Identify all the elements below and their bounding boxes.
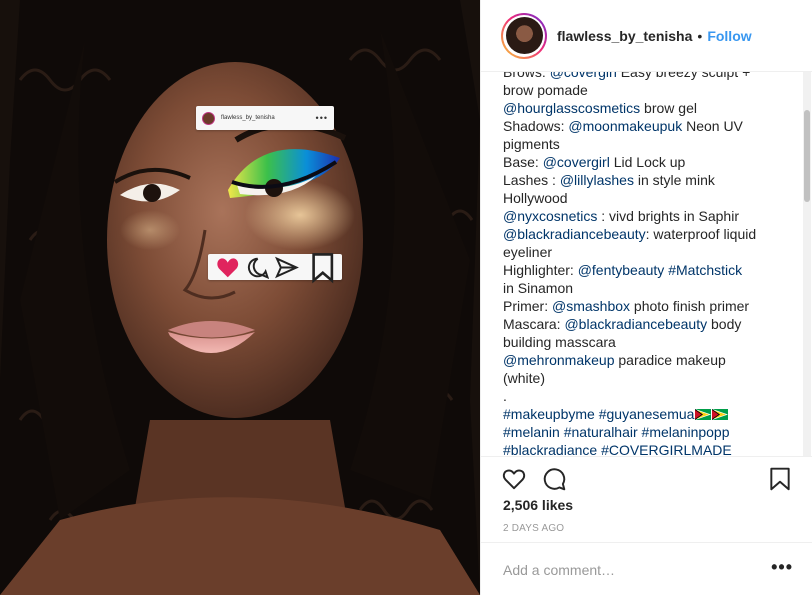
caption-text-segment: eyeliner bbox=[503, 244, 553, 260]
caption-text-segment: Mascara: bbox=[503, 316, 565, 332]
caption-text-segment: Lashes : bbox=[503, 172, 560, 188]
caption-line: @blackradiancebeauty: waterproof liquid bbox=[503, 225, 793, 243]
guyana-flag-icon bbox=[695, 409, 712, 420]
mention-link[interactable]: @mehronmakeup bbox=[503, 352, 615, 368]
mention-link[interactable]: @covergirl bbox=[543, 154, 610, 170]
header-separator: • bbox=[697, 27, 703, 44]
caption-text-segment: paradice makeup bbox=[614, 352, 726, 368]
caption-text-segment: Easy breezy sculpt + bbox=[616, 72, 751, 80]
caption-line: Primer: @smashbox photo finish primer bbox=[503, 297, 793, 315]
caption-line: Mascara: @blackradiancebeauty body bbox=[503, 315, 793, 333]
caption-line: #melanin #naturalhair #melaninpopp bbox=[503, 423, 793, 441]
hashtag-link[interactable]: #COVERGIRLMADE bbox=[601, 442, 732, 456]
comment-icon[interactable] bbox=[541, 466, 567, 492]
caption-text-segment: Primer: bbox=[503, 298, 552, 314]
hashtag-link[interactable]: #guyanesemua bbox=[599, 406, 695, 422]
caption-line: Shadows: @moonmakeupuk Neon UV bbox=[503, 117, 793, 135]
caption-text-segment: : vivd brights in Saphir bbox=[597, 208, 739, 224]
caption-scroll-area[interactable]: Brows: @covergirl Easy breezy sculpt + br… bbox=[481, 72, 812, 456]
caption-text: Brows: @covergirl Easy breezy sculpt + br… bbox=[503, 72, 793, 456]
caption-text-segment: brow gel bbox=[640, 100, 697, 116]
mini-avatar bbox=[202, 111, 215, 125]
hashtag-link[interactable]: #blackradiance bbox=[503, 442, 597, 456]
caption-text-segment: Shadows: bbox=[503, 118, 569, 134]
caption-line: eyeliner bbox=[503, 243, 793, 261]
caption-text-segment: : waterproof liquid bbox=[645, 226, 757, 242]
caption-text-segment: brow pomade bbox=[503, 82, 588, 98]
caption-line: @hourglasscosmetics brow gel bbox=[503, 99, 793, 117]
caption-line: pigments bbox=[503, 135, 793, 153]
scrollbar[interactable] bbox=[803, 72, 811, 456]
caption-text-segment: Hollywood bbox=[503, 190, 568, 206]
caption-line: brow pomade bbox=[503, 81, 793, 99]
caption-line: #makeupbyme #guyanesemua bbox=[503, 405, 793, 423]
caption-line: Brows: @covergirl Easy breezy sculpt + bbox=[503, 72, 793, 81]
hashtag-link[interactable]: #melaninpopp bbox=[642, 424, 730, 440]
heart-icon[interactable] bbox=[501, 466, 527, 492]
caption-text-segment: Brows: bbox=[503, 72, 550, 80]
mention-link[interactable]: @moonmakeupuk bbox=[568, 118, 682, 134]
caption-line: @nyxcosnetics : vivd brights in Saphir bbox=[503, 207, 793, 225]
scrollbar-thumb[interactable] bbox=[804, 110, 810, 202]
caption-text-segment: photo finish primer bbox=[630, 298, 750, 314]
caption-line: #blackradiance #COVERGIRLMADE bbox=[503, 441, 793, 456]
follow-button[interactable]: Follow bbox=[707, 28, 751, 44]
drawn-post-actions bbox=[208, 252, 342, 283]
caption-text-segment: pigments bbox=[503, 136, 560, 152]
caption-text-segment: . bbox=[503, 388, 507, 404]
caption-line: . bbox=[503, 387, 793, 405]
caption-line: Hollywood bbox=[503, 189, 793, 207]
caption-text-segment: Highlighter: bbox=[503, 262, 578, 278]
mention-link[interactable]: @nyxcosnetics bbox=[503, 208, 597, 224]
comment-bar: ••• bbox=[481, 542, 812, 595]
mention-link[interactable]: @lillylashes bbox=[560, 172, 634, 188]
post-timestamp[interactable]: 2 DAYS AGO bbox=[503, 523, 564, 534]
avatar-image bbox=[505, 17, 543, 54]
caption-text-segment: Lid Lock up bbox=[609, 154, 686, 170]
caption-line: Lashes : @lillylashes in style mink bbox=[503, 171, 793, 189]
mention-link[interactable]: @hourglasscosmetics bbox=[503, 100, 640, 116]
mention-link[interactable]: @fentybeauty bbox=[578, 262, 665, 278]
more-options-button[interactable]: ••• bbox=[771, 557, 793, 578]
hashtag-link[interactable]: #naturalhair bbox=[564, 424, 638, 440]
action-bar bbox=[481, 456, 812, 496]
caption-text-segment: in style mink bbox=[633, 172, 715, 188]
mention-link[interactable]: @smashbox bbox=[552, 298, 630, 314]
caption-text-segment: in Sinamon bbox=[503, 280, 574, 296]
comment-icon bbox=[247, 257, 269, 279]
username-link[interactable]: flawless_by_tenisha bbox=[557, 28, 692, 44]
send-icon bbox=[275, 256, 299, 278]
caption-line: Highlighter: @fentybeauty #Matchstick bbox=[503, 261, 793, 279]
caption-line: in Sinamon bbox=[503, 279, 793, 297]
caption-line: building masscara bbox=[503, 333, 793, 351]
caption-text-segment: building masscara bbox=[503, 334, 616, 350]
caption-text-segment: body bbox=[707, 316, 742, 332]
hashtag-link[interactable]: #melanin bbox=[503, 424, 560, 440]
portrait-photo bbox=[0, 0, 480, 595]
mention-link[interactable]: @covergirl bbox=[550, 72, 617, 80]
caption-text-segment: Base: bbox=[503, 154, 543, 170]
heart-icon bbox=[217, 257, 239, 277]
caption-line: Base: @covergirl Lid Lock up bbox=[503, 153, 793, 171]
likes-count[interactable]: 2,506 likes bbox=[503, 497, 573, 513]
caption-line: @mehronmakeup paradice makeup bbox=[503, 351, 793, 369]
guyana-flag-icon bbox=[712, 409, 729, 420]
caption-line: (white) bbox=[503, 369, 793, 387]
comment-input[interactable] bbox=[503, 558, 753, 582]
hashtag-link[interactable]: #makeupbyme bbox=[503, 406, 595, 422]
mention-link[interactable]: @blackradiancebeauty bbox=[503, 226, 646, 242]
bookmark-icon bbox=[311, 252, 333, 283]
post-side-panel: flawless_by_tenisha • Follow Brows: @cov… bbox=[480, 0, 812, 595]
hashtag-link[interactable]: #Matchstick bbox=[668, 262, 742, 278]
post-image[interactable]: flawless_by_tenisha ••• bbox=[0, 0, 480, 595]
avatar[interactable] bbox=[501, 12, 547, 59]
mention-link[interactable]: @blackradiancebeauty bbox=[564, 316, 707, 332]
caption-text-segment: Neon UV bbox=[682, 118, 743, 134]
post-header: flawless_by_tenisha • Follow bbox=[481, 0, 812, 72]
bookmark-icon[interactable] bbox=[767, 466, 793, 492]
caption-text-segment: (white) bbox=[503, 370, 546, 386]
